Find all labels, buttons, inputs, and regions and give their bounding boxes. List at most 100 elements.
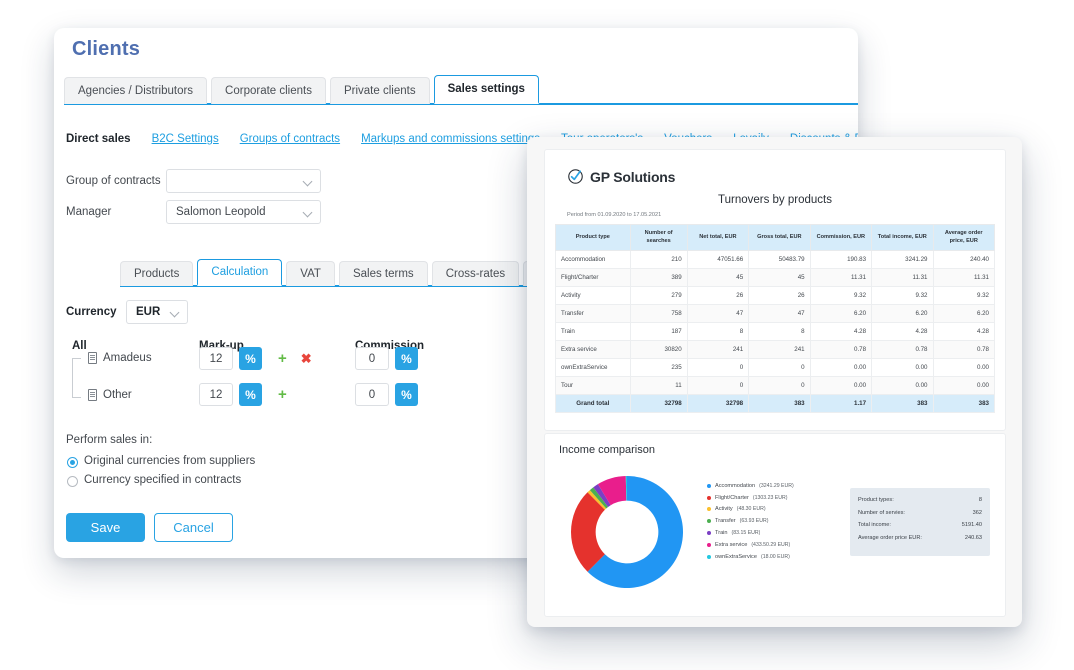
commission-controls-amadeus: 0 % — [355, 347, 418, 370]
col-commission: Commission, EUR — [810, 225, 871, 251]
cell-net-total: 8 — [687, 323, 748, 341]
subnav-direct-sales[interactable]: Direct sales — [66, 133, 131, 145]
commission-unit-toggle-amadeus[interactable]: % — [395, 347, 418, 370]
legend-swatch-ownextraservice — [707, 555, 711, 559]
legend-swatch-extra-service — [707, 543, 711, 547]
cell-product-type: Transfer — [556, 305, 631, 323]
tab-agencies-distributors[interactable]: Agencies / Distributors — [64, 77, 207, 104]
cell-commission: 0.00 — [810, 359, 871, 377]
tab-sales-settings[interactable]: Sales settings — [434, 75, 539, 104]
legend-value: (3241.29 EUR) — [759, 483, 794, 489]
legend-label: Accommodation — [715, 483, 755, 489]
tab-cross-rates[interactable]: Cross-rates — [432, 261, 519, 286]
cell-grand-avg-price: 383 — [933, 395, 995, 413]
radio-label-currency-in-contracts[interactable]: Currency specified in contracts — [84, 474, 241, 486]
tab-products[interactable]: Products — [120, 261, 193, 286]
cell-grand-total-income: 383 — [872, 395, 933, 413]
legend-item: ownExtraService (18.00 EUR) — [707, 551, 794, 563]
cell-gross-total: 50483.79 — [749, 251, 810, 269]
add-row-button-other[interactable]: + — [278, 387, 287, 402]
cell-total-income: 0.78 — [872, 341, 933, 359]
commission-unit-toggle-other[interactable]: % — [395, 383, 418, 406]
cell-commission: 0.00 — [810, 377, 871, 395]
group-of-contracts-select[interactable] — [166, 169, 321, 193]
subnav-b2c-settings[interactable]: B2C Settings — [152, 133, 219, 145]
supplier-node-amadeus[interactable]: Amadeus — [88, 352, 152, 364]
legend-label: Activity — [715, 506, 733, 512]
subnav-markups-and-commissions-settings[interactable]: Markups and commissions settings — [361, 133, 540, 145]
cell-total-income: 0.00 — [872, 377, 933, 395]
cell-commission: 0.78 — [810, 341, 871, 359]
col-net-total: Net total, EUR — [687, 225, 748, 251]
tab-private-clients[interactable]: Private clients — [330, 77, 430, 104]
cell-net-total: 47 — [687, 305, 748, 323]
legend-swatch-activity — [707, 507, 711, 511]
markup-unit-toggle-other[interactable]: % — [239, 383, 262, 406]
markup-input-other[interactable]: 12 — [199, 383, 233, 406]
save-button[interactable]: Save — [66, 513, 145, 542]
markup-unit-toggle-amadeus[interactable]: % — [239, 347, 262, 370]
summary-label: Product types: — [858, 497, 894, 503]
col-gross-total: Gross total, EUR — [749, 225, 810, 251]
cell-net-total: 0 — [687, 377, 748, 395]
cell-avg-price: 0.78 — [933, 341, 995, 359]
summary-value: 240.63 — [965, 535, 982, 541]
cell-searches: 11 — [630, 377, 687, 395]
markup-input-amadeus[interactable]: 12 — [199, 347, 233, 370]
summary-row-total-income: Total income: 5191.40 — [850, 519, 990, 532]
cell-gross-total: 26 — [749, 287, 810, 305]
commission-input-amadeus[interactable]: 0 — [355, 347, 389, 370]
cell-gross-total: 241 — [749, 341, 810, 359]
income-comparison-title: Income comparison — [559, 444, 655, 456]
commission-input-other[interactable]: 0 — [355, 383, 389, 406]
cell-net-total: 47051.66 — [687, 251, 748, 269]
summary-label: Total income: — [858, 522, 891, 528]
summary-value: 362 — [973, 510, 982, 516]
add-row-button-amadeus[interactable]: + — [278, 351, 287, 366]
manager-select[interactable]: Salomon Leopold — [166, 200, 321, 224]
chevron-down-icon — [304, 208, 313, 217]
table-header-row: Product type Number of searches Net tota… — [556, 225, 995, 251]
cancel-button[interactable]: Cancel — [154, 513, 233, 542]
page-title: Clients — [72, 38, 140, 61]
table-total-row: Grand total 32798 32798 383 1.17 383 383 — [556, 395, 995, 413]
cell-gross-total: 0 — [749, 377, 810, 395]
manager-value: Salomon Leopold — [176, 206, 266, 218]
tab-vat[interactable]: VAT — [286, 261, 335, 286]
legend-swatch-transfer — [707, 519, 711, 523]
legend-item: Flight/Charter (1303.23 EUR) — [707, 492, 794, 504]
turnovers-table: Product type Number of searches Net tota… — [555, 224, 995, 413]
client-type-tabbar: Agencies / Distributors Corporate client… — [64, 74, 858, 105]
cell-product-type: Flight/Charter — [556, 269, 631, 287]
tab-corporate-clients[interactable]: Corporate clients — [211, 77, 326, 104]
group-of-contracts-label: Group of contracts — [66, 175, 166, 187]
currency-select[interactable]: EUR — [126, 300, 188, 324]
remove-row-button-amadeus[interactable]: ✖ — [301, 352, 312, 365]
cell-gross-total: 45 — [749, 269, 810, 287]
tab-calculation[interactable]: Calculation — [197, 259, 282, 286]
cell-product-type: Train — [556, 323, 631, 341]
subnav-groups-of-contracts[interactable]: Groups of contracts — [240, 133, 340, 145]
markup-controls-amadeus: 12 % + ✖ — [199, 347, 312, 370]
table-row: Train 187 8 8 4.28 4.28 4.28 — [556, 323, 995, 341]
cell-commission: 11.31 — [810, 269, 871, 287]
table-row: Extra service 30820 241 241 0.78 0.78 0.… — [556, 341, 995, 359]
turnovers-card: GP Solutions Turnovers by products Perio… — [544, 149, 1006, 431]
radio-currency-in-contracts[interactable] — [67, 476, 78, 487]
tab-sales-terms[interactable]: Sales terms — [339, 261, 428, 286]
table-row: Transfer 758 47 47 6.20 6.20 6.20 — [556, 305, 995, 323]
col-number-of-searches: Number of searches — [630, 225, 687, 251]
summary-row-average-order-price: Average order price EUR: 240.63 — [850, 532, 990, 545]
cell-grand-total-label: Grand total — [556, 395, 631, 413]
tree-connector — [72, 358, 83, 398]
col-product-type: Product type — [556, 225, 631, 251]
radio-label-original-currencies[interactable]: Original currencies from suppliers — [84, 455, 255, 467]
cell-gross-total: 8 — [749, 323, 810, 341]
chevron-down-icon — [171, 308, 180, 317]
cell-net-total: 45 — [687, 269, 748, 287]
radio-original-currencies[interactable] — [67, 457, 78, 468]
currency-label: Currency — [66, 306, 126, 318]
supplier-node-other[interactable]: Other — [88, 389, 132, 401]
document-icon — [88, 352, 97, 364]
donut-legend: Accommodation (3241.29 EUR) Flight/Chart… — [707, 480, 794, 563]
